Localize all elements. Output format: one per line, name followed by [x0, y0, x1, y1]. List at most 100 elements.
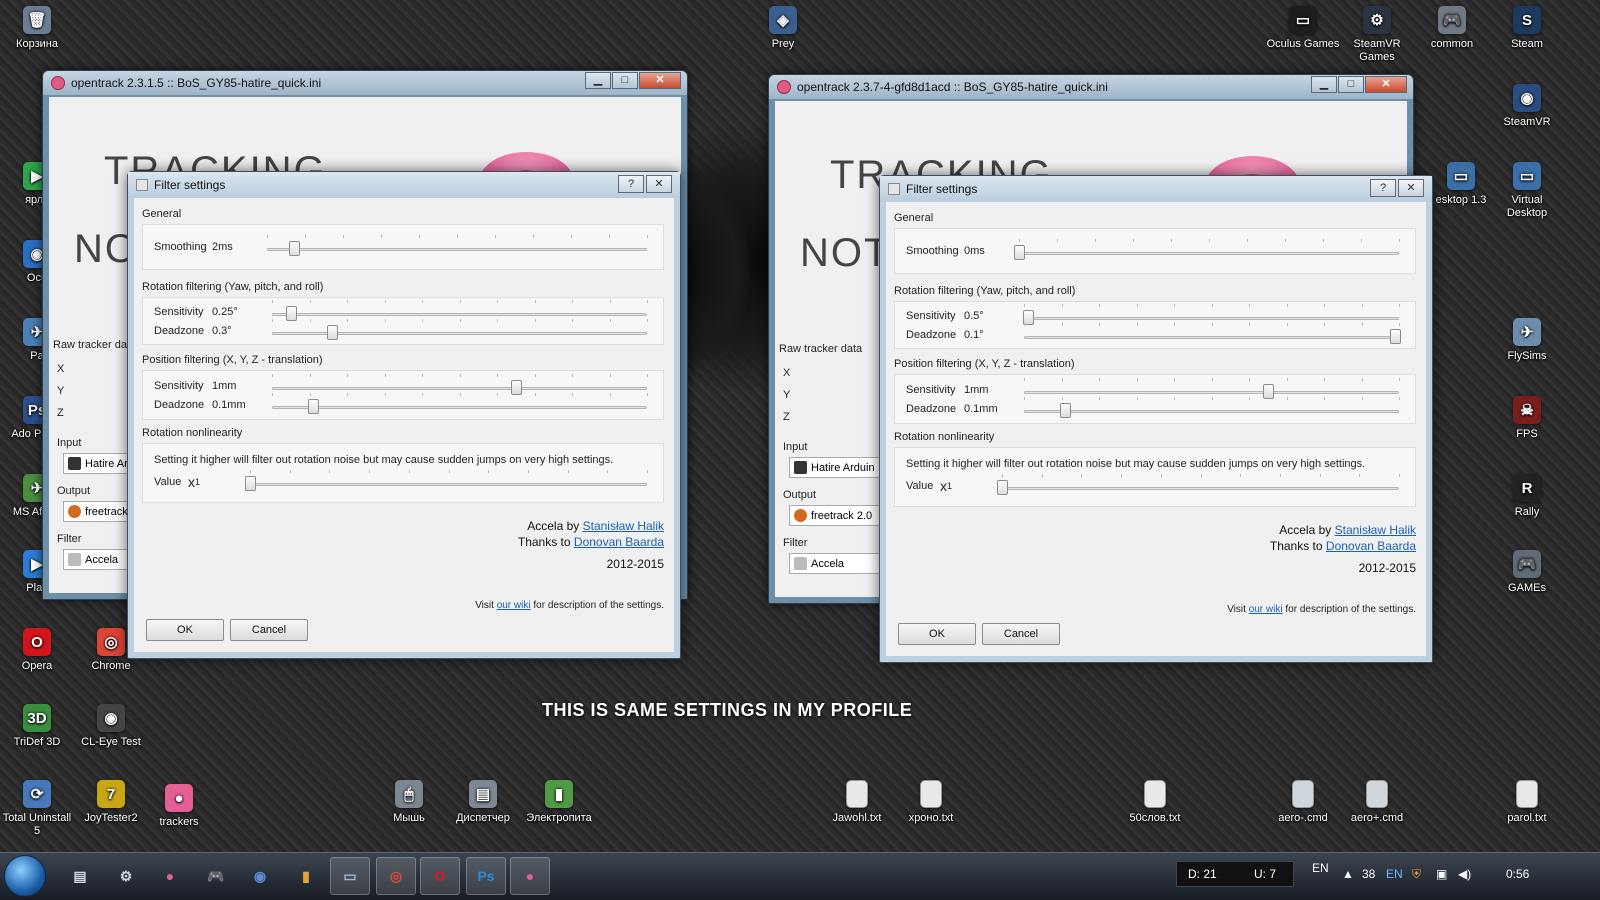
desktop-icon[interactable]: ▭ Virtual Desktop: [1490, 162, 1564, 220]
desktop-icon[interactable]: 🗑 Корзина: [0, 6, 74, 51]
desktop-icon[interactable]: 7 JoyTester2: [74, 780, 148, 825]
pos-deadzone-slider[interactable]: [272, 393, 648, 414]
desktop-icon[interactable]: ◈ Prey: [746, 6, 820, 51]
slider-handle[interactable]: [1060, 403, 1072, 418]
desktop-icon[interactable]: 3D TriDef 3D: [0, 704, 74, 749]
desktop-icon[interactable]: ◉ CL-Eye Test: [74, 704, 148, 749]
minimize-button[interactable]: ▁: [1311, 76, 1337, 93]
ok-button[interactable]: OK: [146, 619, 224, 641]
slider-handle[interactable]: [1390, 329, 1402, 344]
app-icon: ⟳: [23, 780, 51, 808]
wiki-link[interactable]: our wiki: [1249, 604, 1283, 615]
slider-handle[interactable]: [288, 241, 300, 256]
desktop-icon[interactable]: O Opera: [0, 628, 74, 673]
slider-ticks: [1002, 474, 1400, 478]
desktop-icon[interactable]: ▮ Электропита: [522, 780, 596, 825]
desktop-icon[interactable]: ✈ FlySims: [1490, 318, 1564, 363]
slider-handle[interactable]: [1014, 245, 1025, 260]
network-icon[interactable]: ▣: [1436, 867, 1447, 881]
slider-groove: [272, 406, 647, 409]
slider-handle[interactable]: [327, 325, 338, 340]
taskbar-search-icon[interactable]: ⚙: [106, 857, 146, 895]
rot-sensitivity-slider[interactable]: [272, 300, 648, 321]
nonlinearity-slider[interactable]: [997, 474, 1400, 495]
app-icon: [1144, 780, 1166, 808]
desktop-icon[interactable]: ⟳ Total Uninstall 5: [0, 780, 74, 838]
desktop-icon[interactable]: ▤ Диспетчер: [446, 780, 520, 825]
slider-groove: [272, 313, 647, 316]
pos-sensitivity-slider[interactable]: [1024, 378, 1400, 399]
taskbar-opera-icon[interactable]: O: [420, 857, 460, 895]
desktop-icon[interactable]: 🎮 common: [1415, 6, 1489, 51]
close-button[interactable]: ✕: [639, 72, 681, 89]
volume-icon[interactable]: ◀): [1458, 867, 1471, 881]
smoothing-slider[interactable]: [1014, 239, 1400, 260]
author-link[interactable]: Stanisław Halik: [583, 519, 664, 533]
wiki-link[interactable]: our wiki: [497, 600, 531, 611]
clock[interactable]: 0:56: [1506, 867, 1529, 881]
help-button[interactable]: ?: [618, 175, 644, 193]
desktop-icon[interactable]: Jawohl.txt: [820, 780, 894, 825]
author-link[interactable]: Stanisław Halik: [1335, 523, 1416, 537]
taskbar-steamvr-icon[interactable]: ◉: [240, 857, 280, 895]
slider-handle[interactable]: [308, 399, 320, 414]
dialog-titlebar[interactable]: Filter settings? ✕: [880, 176, 1432, 202]
taskbar-opentrack-icon[interactable]: ●: [150, 857, 190, 895]
dialog-close-button[interactable]: ✕: [1398, 179, 1424, 197]
slider-handle[interactable]: [245, 476, 256, 491]
maximize-button[interactable]: □: [1338, 76, 1364, 93]
taskbar-explorer-icon[interactable]: ▤: [60, 857, 100, 895]
desktop-icon[interactable]: ▭ esktop 1.3: [1424, 162, 1498, 207]
cancel-button[interactable]: Cancel: [982, 623, 1060, 645]
ok-button[interactable]: OK: [898, 623, 976, 645]
desktop-icon[interactable]: S Steam: [1490, 6, 1564, 51]
desktop-icon[interactable]: parol.txt: [1490, 780, 1564, 825]
value-exponent: 1: [195, 477, 201, 487]
thanks-link[interactable]: Donovan Baarda: [1326, 539, 1416, 553]
desktop-icon[interactable]: 50слов.txt: [1118, 780, 1192, 825]
desktop-icon[interactable]: aero-.cmd: [1266, 780, 1340, 825]
desktop-icon[interactable]: ▭ Oculus Games: [1266, 6, 1340, 51]
desktop-icon-label: trackers: [159, 816, 199, 828]
cancel-button[interactable]: Cancel: [230, 619, 308, 641]
desktop-icon[interactable]: ☠ FPS: [1490, 396, 1564, 441]
tray-expand-icon[interactable]: ▲: [1342, 867, 1354, 881]
taskbar-folder-icon[interactable]: ▭: [330, 857, 370, 895]
close-button[interactable]: ✕: [1365, 76, 1407, 93]
nonlinearity-slider[interactable]: [245, 470, 648, 491]
rot-sensitivity-slider[interactable]: [1022, 304, 1400, 325]
taskbar-chrome-icon[interactable]: ◎: [376, 857, 416, 895]
help-button[interactable]: ?: [1370, 179, 1396, 197]
taskbar-opentrack2-icon[interactable]: ●: [510, 857, 550, 895]
start-button[interactable]: [4, 855, 46, 897]
desktop-icon[interactable]: ◉ SteamVR: [1490, 84, 1564, 129]
pos-deadzone-slider[interactable]: [1024, 397, 1400, 418]
taskbar-chart-icon[interactable]: ▮: [286, 857, 326, 895]
deadzone-value: 0.1mm: [212, 399, 246, 411]
desktop-icon[interactable]: хроно.txt: [894, 780, 968, 825]
visit-suffix: for description of the settings.: [1285, 604, 1416, 615]
taskbar-gamepad-icon[interactable]: 🎮: [196, 857, 236, 895]
desktop-icon[interactable]: 🖱 Мышь: [372, 780, 446, 825]
window-titlebar[interactable]: opentrack 2.3.1.5 :: BoS_GY85-hatire_qui…: [43, 71, 687, 95]
slider-handle[interactable]: [997, 480, 1008, 495]
shield-icon[interactable]: ⛨: [1412, 867, 1421, 882]
window-titlebar[interactable]: opentrack 2.3.7-4-gfd8d1acd :: BoS_GY85-…: [769, 75, 1413, 99]
pos-sensitivity-slider[interactable]: [272, 374, 648, 395]
desktop-icon[interactable]: aero+.cmd: [1340, 780, 1414, 825]
maximize-button[interactable]: □: [612, 72, 638, 89]
desktop-icon[interactable]: ● trackers: [142, 784, 216, 829]
dialog-titlebar[interactable]: Filter settings? ✕: [128, 172, 680, 198]
rot-deadzone-slider[interactable]: [1024, 323, 1402, 344]
taskbar-photoshop-icon[interactable]: Ps: [466, 857, 506, 895]
rot-deadzone-slider[interactable]: [272, 319, 648, 340]
thanks-link[interactable]: Donovan Baarda: [574, 535, 664, 549]
minimize-button[interactable]: ▁: [585, 72, 611, 89]
desktop-icon[interactable]: R Rally: [1490, 474, 1564, 519]
tray-language[interactable]: EN: [1386, 867, 1403, 881]
desktop-icon[interactable]: ⚙ SteamVR Games: [1340, 6, 1414, 64]
desktop-icon[interactable]: 🎮 GAMEs: [1490, 550, 1564, 595]
language-indicator[interactable]: EN: [1312, 861, 1329, 875]
dialog-close-button[interactable]: ✕: [646, 175, 672, 193]
smoothing-slider[interactable]: [267, 235, 648, 256]
